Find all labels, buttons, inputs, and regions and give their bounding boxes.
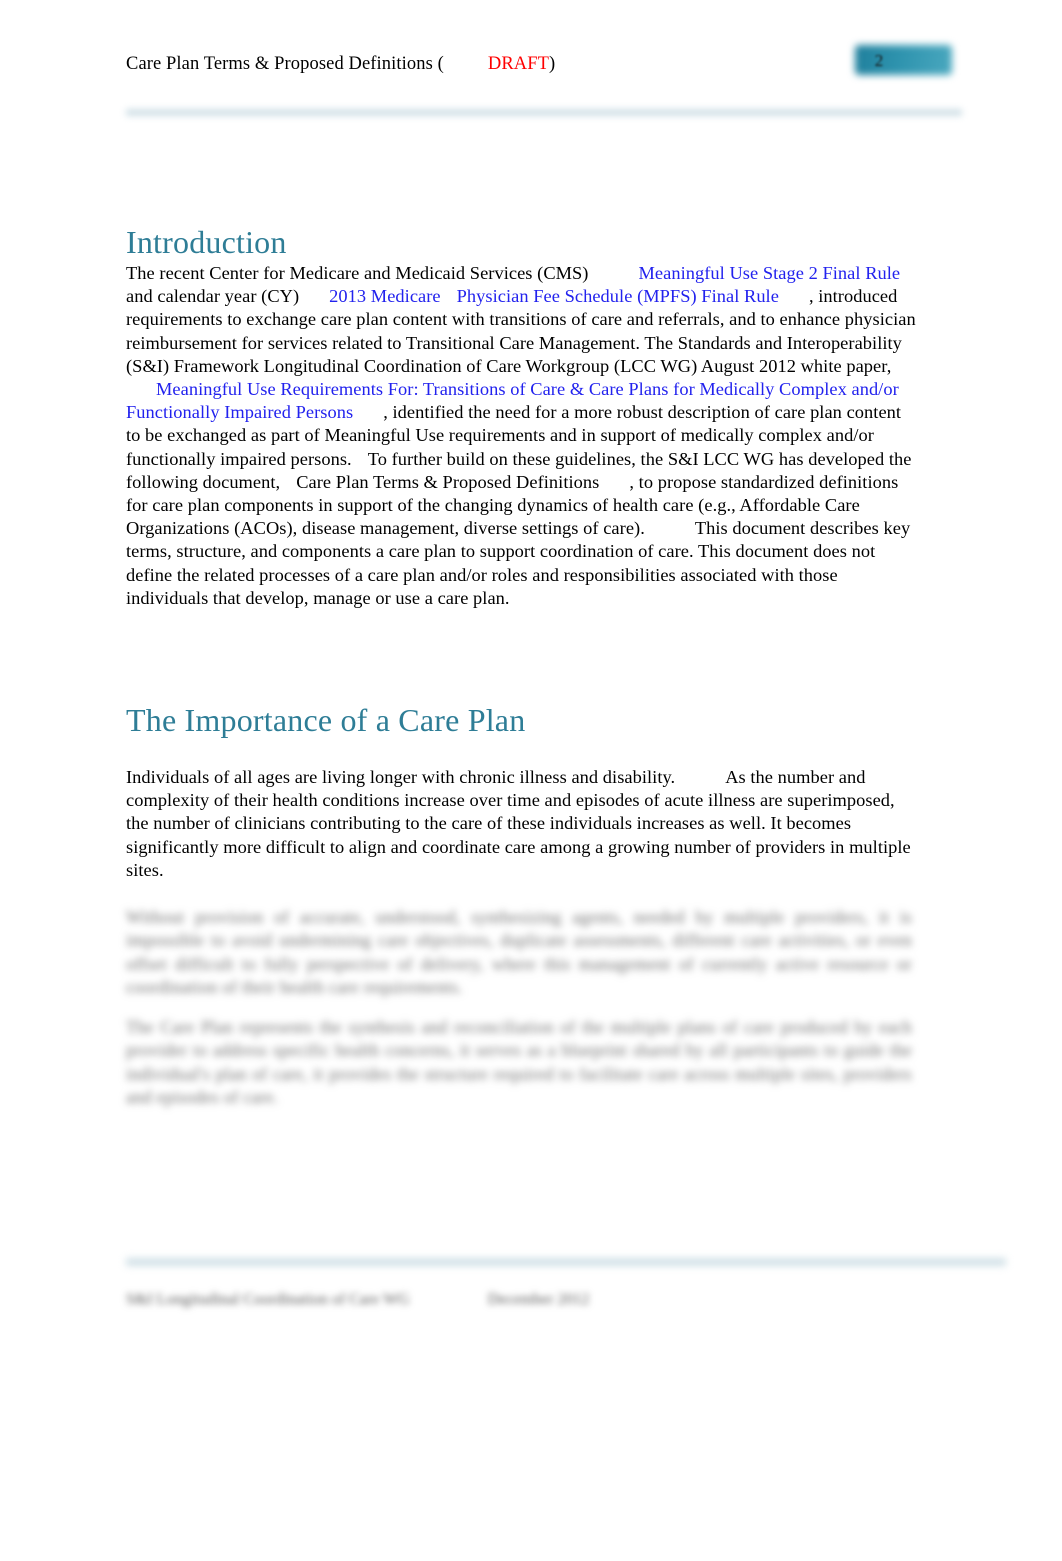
header-title: Care Plan Terms & Proposed Definitions (… (126, 52, 555, 76)
page-footer: S&I Longitudinal Coordination of Care WG… (126, 1289, 926, 1311)
page-number-value: 2 (874, 51, 884, 70)
importance-section-header: The Importance of a Care Plan (126, 700, 916, 740)
importance-paragraph: Individuals of all ages are living longe… (126, 766, 916, 882)
section-title-importance: The Importance of a Care Plan (126, 702, 526, 738)
footer-left-text: S&I Longitudinal Coordination of Care WG (126, 1291, 410, 1308)
link-2013-medicare[interactable]: 2013 Medicare (329, 286, 440, 306)
intro-text-1: The recent Center for Medicare and Medic… (126, 263, 589, 283)
page-title: Introduction (126, 224, 287, 260)
header-title-suffix: ) (549, 54, 556, 74)
footer-right-text: December 2012 (487, 1291, 590, 1308)
redacted-paragraph-1: Without provision of accurate, understoo… (126, 907, 912, 998)
intro-text-2: and calendar year (CY) (126, 286, 300, 307)
introduction-section: Introduction The recent Center for Medic… (126, 222, 916, 610)
header-divider (126, 109, 962, 116)
link-mpfs-final-rule[interactable]: Physician Fee Schedule (MPFS) Final Rule (457, 286, 779, 306)
link-meaningful-use-stage-2[interactable]: Meaningful Use Stage 2 Final Rule (639, 263, 901, 283)
importance-text-1: Individuals of all ages are living longe… (126, 767, 676, 787)
page-header: Care Plan Terms & Proposed Definitions (… (126, 52, 956, 96)
draft-label: DRAFT (487, 54, 550, 74)
footer-divider (126, 1258, 1006, 1266)
header-title-prefix: Care Plan Terms & Proposed Definitions ( (126, 54, 444, 74)
intro-document-title: Care Plan Terms & Proposed Definitions (296, 471, 600, 492)
document-page: Care Plan Terms & Proposed Definitions (… (0, 0, 1062, 1561)
importance-section-body: Individuals of all ages are living longe… (126, 766, 916, 882)
introduction-paragraph: The recent Center for Medicare and Medic… (126, 262, 916, 610)
redacted-paragraph-2: The Care Plan represents the synthesis a… (126, 1017, 912, 1108)
